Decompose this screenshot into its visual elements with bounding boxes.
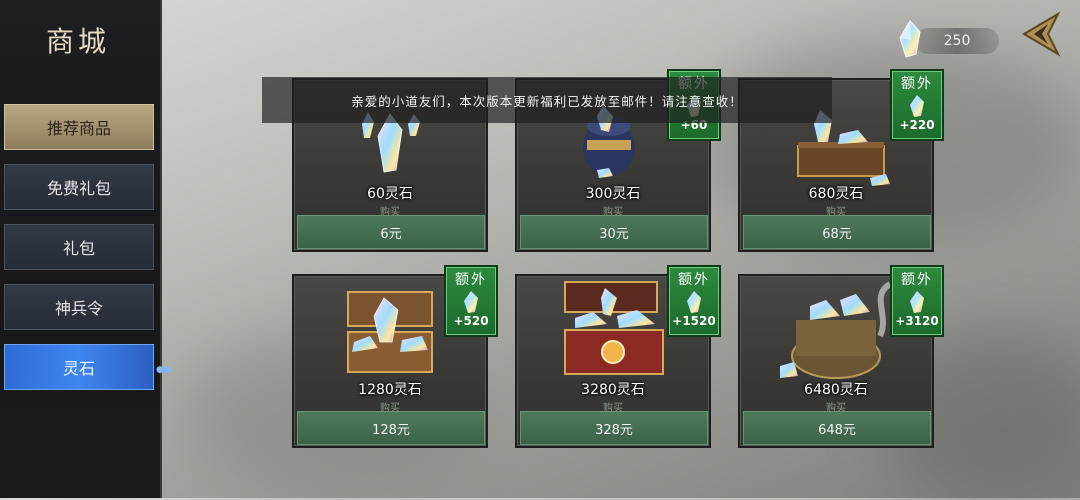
price-label: 68元 — [822, 226, 852, 242]
buy-button[interactable]: 648元 — [743, 411, 931, 445]
price-label: 30元 — [599, 226, 629, 242]
page-title: 商城 — [45, 25, 110, 58]
currency-display: 250 — [915, 28, 999, 54]
bonus-amount: +520 — [453, 314, 489, 328]
bonus-title: 额外 — [678, 272, 710, 288]
price-label: 328元 — [595, 422, 633, 438]
sidebar-item-label: 免费礼包 — [46, 179, 111, 198]
bonus-amount: +1520 — [672, 314, 716, 328]
notice-text: 亲爱的小道友们，本次版本更新福利已发放至邮件！请注意查收！ — [351, 93, 743, 109]
buy-button[interactable]: 30元 — [520, 215, 708, 249]
sidebar-item-label: 礼包 — [62, 239, 95, 258]
bonus-badge: 额外 +3120 — [890, 265, 944, 337]
sidebar-item-recommended[interactable]: 推荐商品 — [4, 104, 154, 150]
product-name: 60灵石 — [367, 186, 413, 202]
price-label: 648元 — [818, 422, 856, 438]
sidebar-item-label: 灵石 — [62, 359, 95, 378]
bonus-badge: 额外 +220 — [890, 69, 944, 141]
sidebar-item-weapon-pass[interactable]: 神兵令 — [4, 284, 154, 330]
sidebar-item-free-gifts[interactable]: 免费礼包 — [4, 164, 154, 210]
sidebar-item-label: 推荐商品 — [46, 119, 111, 138]
sidebar-item-gift-packs[interactable]: 礼包 — [4, 224, 154, 270]
product-name: 1280灵石 — [358, 382, 422, 398]
product-name: 300灵石 — [585, 186, 641, 202]
spirit-stone-icon — [910, 291, 924, 313]
bonus-badge: 额外 +520 — [444, 265, 498, 337]
spirit-stone-icon — [910, 95, 924, 117]
bonus-title: 额外 — [901, 272, 933, 288]
buy-button[interactable]: 68元 — [743, 215, 931, 249]
bonus-title: 额外 — [901, 76, 933, 92]
buy-button[interactable]: 328元 — [520, 411, 708, 445]
selection-indicator-icon: ●● — [156, 365, 172, 375]
bonus-amount: +3120 — [895, 314, 939, 328]
sidebar-item-spirit-stones[interactable]: 灵石 — [4, 344, 154, 390]
sidebar-item-label: 神兵令 — [54, 299, 103, 318]
spirit-stone-icon — [899, 20, 921, 58]
bonus-title: 额外 — [455, 272, 487, 288]
product-name: 3280灵石 — [581, 382, 645, 398]
spirit-stone-icon — [464, 291, 478, 313]
price-label: 6元 — [380, 226, 402, 242]
spirit-stone-icon — [687, 291, 701, 313]
buy-button[interactable]: 128元 — [297, 411, 485, 445]
buy-button[interactable]: 6元 — [297, 215, 485, 249]
currency-amount: 250 — [943, 33, 971, 49]
product-name: 6480灵石 — [804, 382, 868, 398]
back-button[interactable] — [1018, 10, 1062, 58]
bonus-badge: 额外 +1520 — [667, 265, 721, 337]
product-name: 680灵石 — [808, 186, 864, 202]
price-label: 128元 — [372, 422, 410, 438]
notice-banner: 亲爱的小道友们，本次版本更新福利已发放至邮件！请注意查收！ — [262, 77, 832, 123]
bonus-amount: +220 — [899, 118, 935, 132]
sidebar: 商城 推荐商品 免费礼包 礼包 神兵令 灵石 — [0, 0, 162, 498]
